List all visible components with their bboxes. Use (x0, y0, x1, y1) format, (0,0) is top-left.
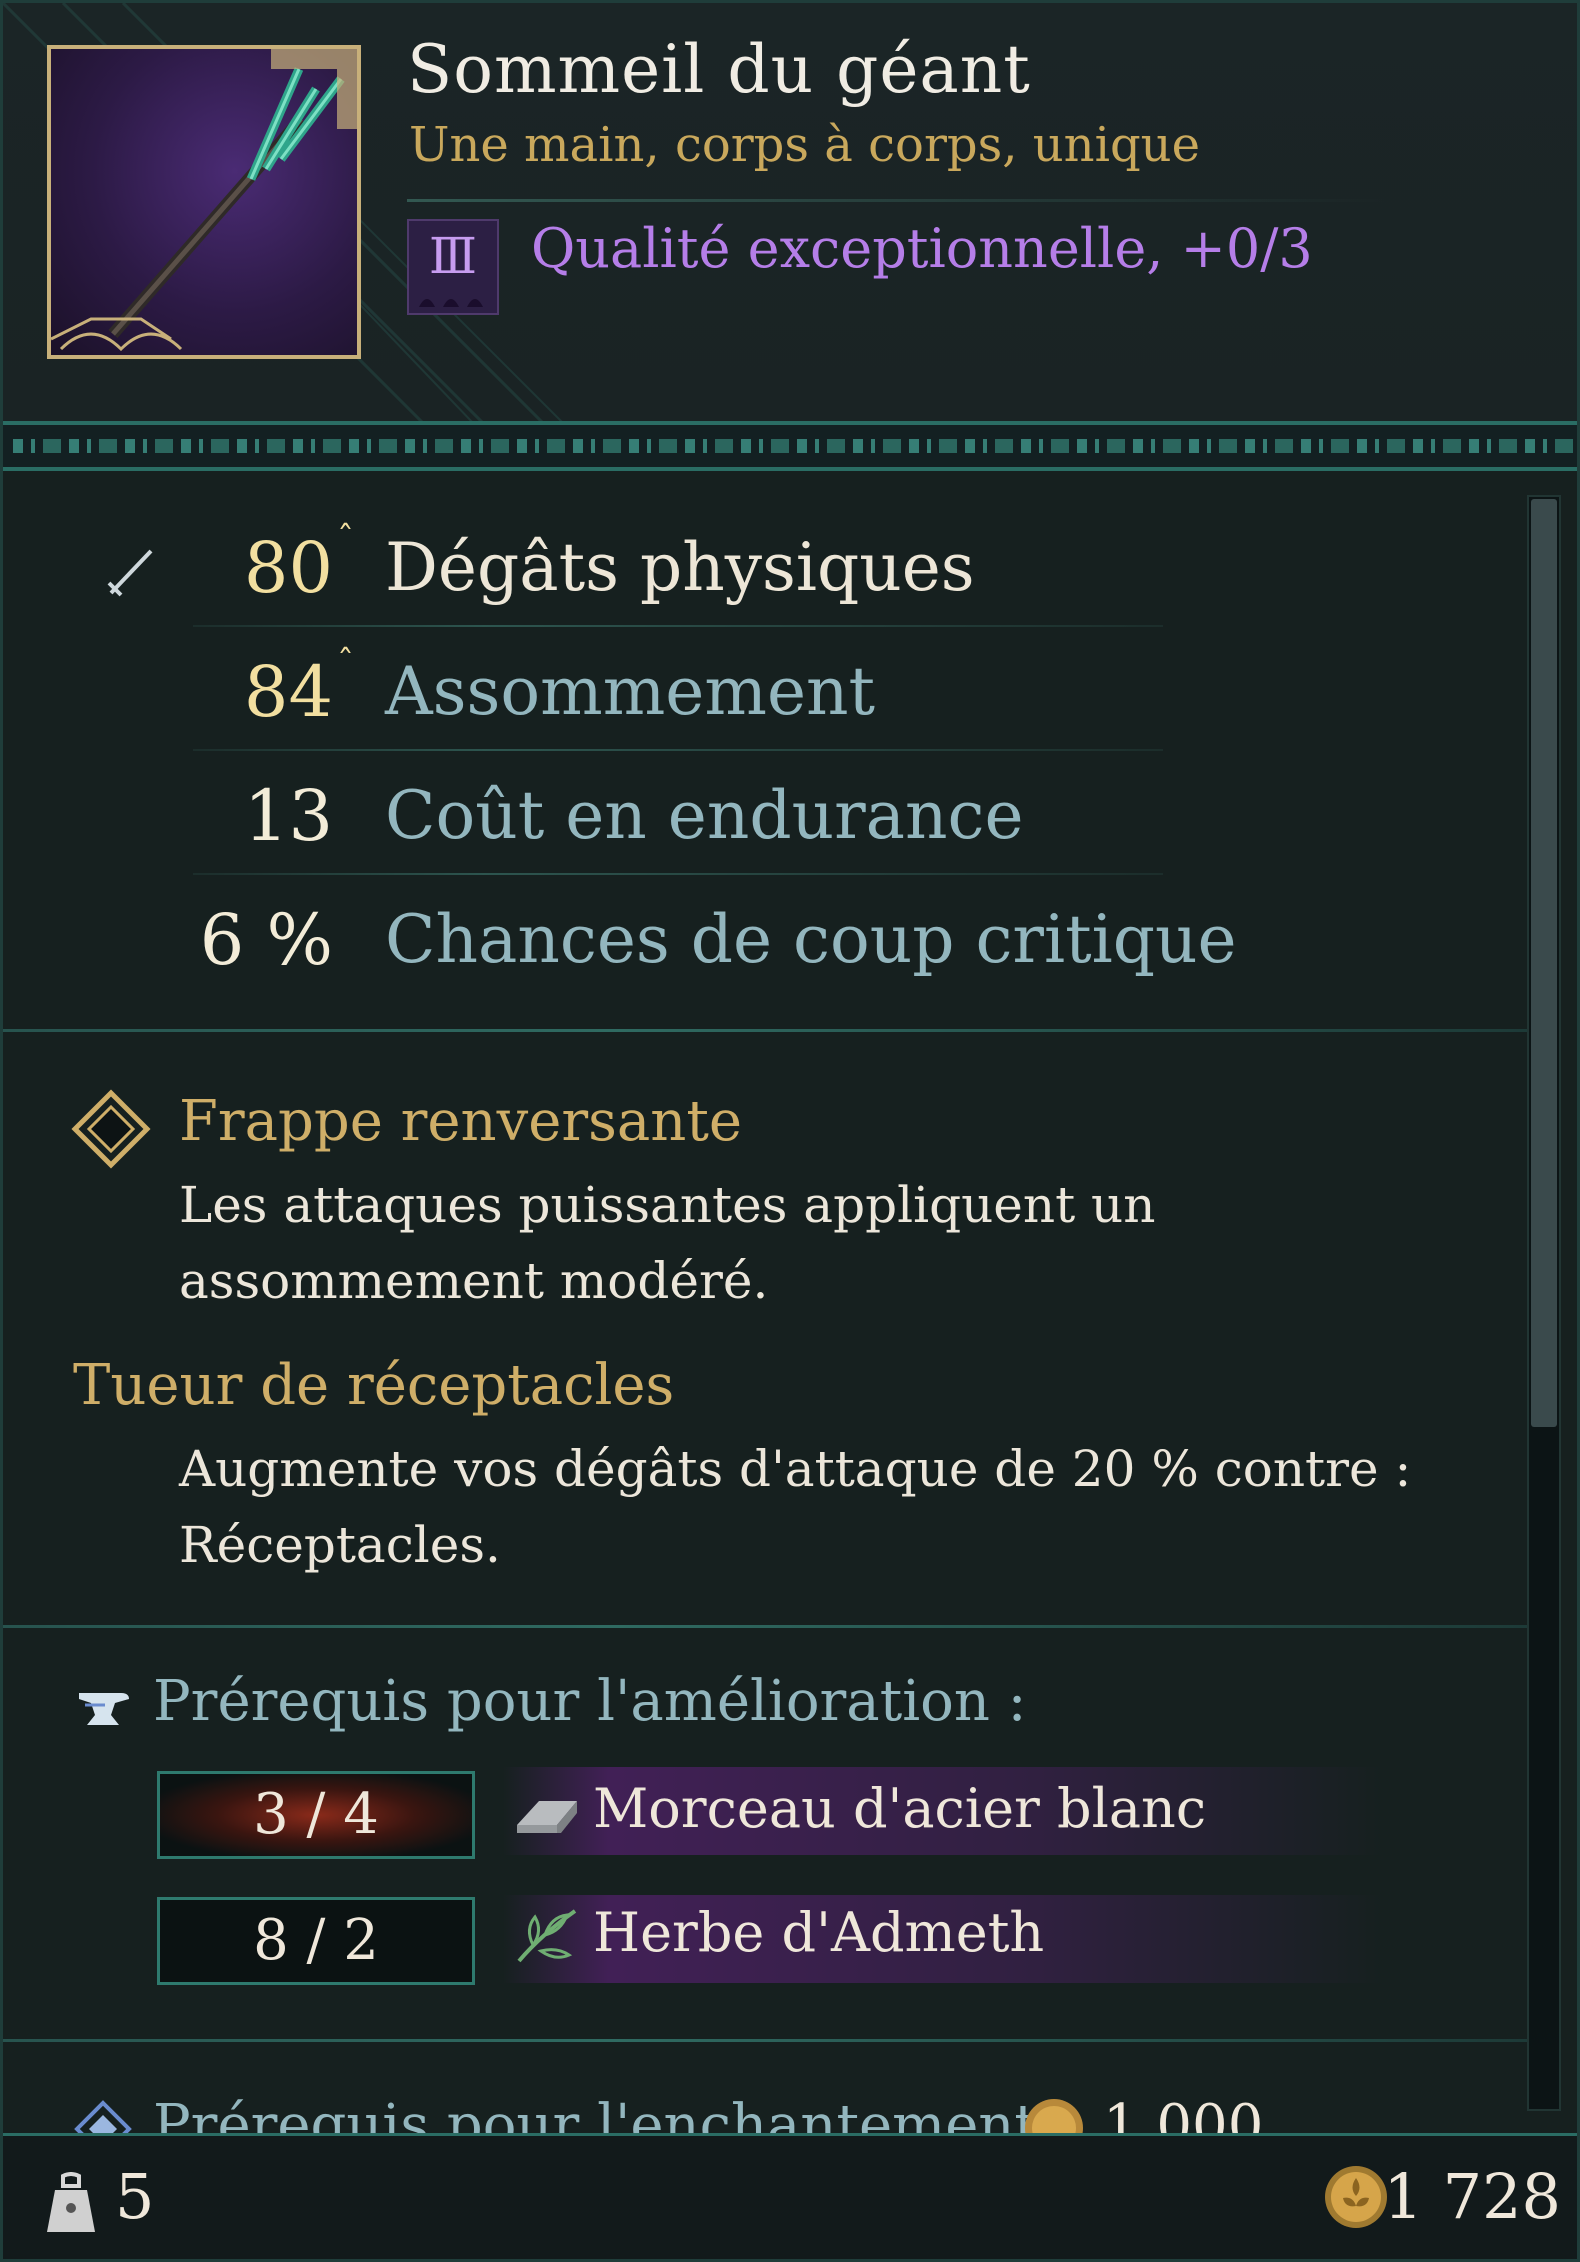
stat-value: 6 % (199, 899, 333, 981)
item-header: Sommeil du géant Une main, corps à corps… (3, 3, 1577, 423)
gold-coin-icon (1325, 2166, 1387, 2228)
scrollbar-thumb[interactable] (1531, 499, 1557, 1427)
enchant-icon (74, 2100, 132, 2133)
stat-row-crit-chance: 6 % Chances de coup critique (3, 875, 1237, 999)
trident-icon (50, 49, 357, 352)
ability-name: Tueur de réceptacles (73, 1353, 675, 1418)
ability-description-line: Augmente vos dégâts d'attaque de 20 % co… (179, 1440, 1412, 1498)
item-icon-frame (47, 45, 361, 359)
tier-numeral: Ⅲ (428, 227, 478, 285)
coin-icon (1025, 2099, 1083, 2133)
steel-ingot-icon (517, 1801, 577, 1833)
stat-label: Assommement (385, 653, 876, 730)
ability-description-line: Les attaques puissantes appliquent un (179, 1176, 1156, 1234)
enchant-cost: 1 000 (1103, 2093, 1264, 2133)
section-divider (3, 2039, 1527, 2042)
ability-name: Frappe renversante (179, 1089, 743, 1154)
item-tooltip-panel: Sommeil du géant Une main, corps à corps… (0, 0, 1580, 2262)
material-count-box: 8 / 2 (157, 1897, 475, 1985)
divider-pattern (13, 439, 1573, 453)
stat-label: Dégâts physiques (385, 529, 975, 606)
stat-value: 13 (243, 775, 333, 857)
tier-pips-icon (419, 299, 483, 307)
upgrade-requirements-heading: Prérequis pour l'amélioration : (153, 1669, 1027, 1734)
ability-description-line: assommement modéré. (179, 1252, 769, 1310)
material-name: Herbe d'Admeth (593, 1901, 1045, 1964)
stat-row-stamina-cost: 13 Coût en endurance (3, 751, 1163, 875)
material-count-box: 3 / 4 (157, 1771, 475, 1859)
stat-label: Coût en endurance (385, 777, 1024, 854)
material-name: Morceau d'acier blanc (593, 1777, 1207, 1840)
item-quality: Qualité exceptionnelle, +0/3 (531, 217, 1313, 280)
ability-description-line: Réceptacles. (179, 1516, 501, 1574)
scrollbar[interactable] (1527, 495, 1561, 2111)
stat-value: 80 (243, 527, 333, 609)
section-divider (3, 1625, 1527, 1628)
footer-bar: 5 1 728 (3, 2133, 1577, 2259)
header-divider (3, 421, 1577, 471)
stat-value: 84 (243, 651, 333, 733)
stat-upgrade-caret: ˆ (337, 519, 354, 559)
weight-value: 5 (115, 2160, 155, 2233)
enchant-requirements-heading: Prérequis pour l'enchantement : (153, 2093, 1074, 2133)
stat-row-stagger: 84 ˆ Assommement (3, 627, 1163, 751)
section-divider (3, 1029, 1527, 1032)
sword-icon (107, 549, 153, 597)
weight-icon (47, 2172, 95, 2232)
stat-upgrade-caret: ˆ (337, 643, 354, 683)
stat-row-physical-damage: 80 ˆ Dégâts physiques (3, 503, 1163, 627)
anvil-icon (79, 1693, 129, 1725)
item-type: Une main, corps à corps, unique (409, 117, 1200, 173)
title-separator (407, 199, 1387, 202)
stat-label: Chances de coup critique (385, 901, 1237, 978)
diamond-icon (71, 1089, 151, 1169)
tier-badge: Ⅲ (407, 219, 499, 315)
item-name: Sommeil du géant (407, 31, 1031, 108)
gold-value: 1 728 (1383, 2160, 1562, 2233)
herb-icon (517, 1909, 577, 1963)
enchant-requirements-row: Prérequis pour l'enchantement : 1 000 (3, 2085, 1527, 2133)
